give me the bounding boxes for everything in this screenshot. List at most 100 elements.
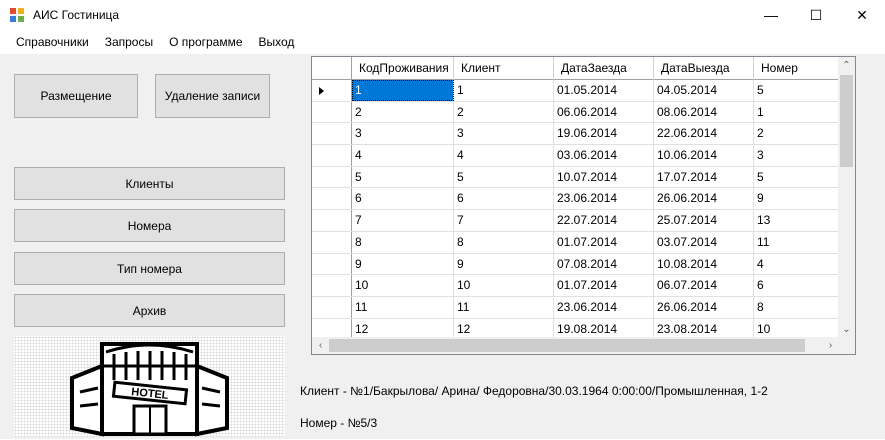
cell-checkout[interactable]: 17.07.2014 — [654, 166, 754, 188]
table-row[interactable]: 6 6 23.06.2014 26.06.2014 9 — [312, 188, 839, 211]
cell-room[interactable]: 4 — [754, 253, 839, 275]
column-header-client[interactable]: Клиент — [454, 57, 554, 80]
cell-client[interactable]: 4 — [454, 145, 554, 166]
column-header-room[interactable]: Номер — [754, 57, 839, 80]
maximize-button[interactable]: ☐ — [793, 0, 839, 30]
cell-id[interactable]: 12 — [352, 318, 454, 338]
minimize-button[interactable]: — — [748, 0, 794, 30]
placement-button[interactable]: Размещение — [14, 74, 138, 118]
row-header[interactable] — [312, 231, 352, 253]
table-row[interactable]: 12 12 19.08.2014 23.08.2014 10 — [312, 318, 839, 338]
row-header[interactable] — [312, 318, 352, 338]
cell-room[interactable]: 13 — [754, 210, 839, 231]
table-row[interactable]: 5 5 10.07.2014 17.07.2014 5 — [312, 166, 839, 189]
cell-client[interactable]: 8 — [454, 231, 554, 253]
scroll-left-icon[interactable]: ‹ — [312, 337, 329, 354]
cell-checkin[interactable]: 06.06.2014 — [554, 101, 654, 123]
cell-checkout[interactable]: 22.06.2014 — [654, 123, 754, 145]
cell-id[interactable]: 2 — [352, 101, 454, 123]
cell-client[interactable]: 2 — [454, 101, 554, 123]
cell-checkout[interactable]: 26.06.2014 — [654, 296, 754, 318]
cell-room[interactable]: 5 — [754, 166, 839, 188]
delete-record-button[interactable]: Удаление записи — [155, 74, 270, 118]
scroll-right-icon[interactable]: › — [822, 337, 839, 354]
cell-checkout[interactable]: 10.08.2014 — [654, 253, 754, 275]
cell-checkin[interactable]: 01.07.2014 — [554, 231, 654, 253]
row-header[interactable] — [312, 188, 352, 210]
cell-checkin[interactable]: 10.07.2014 — [554, 166, 654, 188]
row-header[interactable] — [312, 101, 352, 123]
cell-room[interactable]: 9 — [754, 188, 839, 210]
row-header[interactable] — [312, 253, 352, 275]
cell-client[interactable]: 9 — [454, 253, 554, 275]
cell-room[interactable]: 6 — [754, 275, 839, 296]
cell-checkout[interactable]: 06.07.2014 — [654, 275, 754, 296]
menu-item-about[interactable]: О программе — [161, 32, 250, 52]
cell-checkin[interactable]: 19.06.2014 — [554, 123, 654, 145]
cell-client[interactable]: 10 — [454, 275, 554, 296]
menu-item-queries[interactable]: Запросы — [97, 32, 161, 52]
cell-client[interactable]: 6 — [454, 188, 554, 210]
table-row[interactable]: 11 11 23.06.2014 26.06.2014 8 — [312, 296, 839, 319]
room-type-button[interactable]: Тип номера — [14, 252, 285, 285]
cell-id[interactable]: 4 — [352, 145, 454, 166]
cell-id[interactable]: 3 — [352, 123, 454, 145]
cell-client[interactable]: 7 — [454, 210, 554, 231]
row-header[interactable] — [312, 210, 352, 231]
clients-button[interactable]: Клиенты — [14, 167, 285, 200]
cell-checkout[interactable]: 04.05.2014 — [654, 80, 754, 101]
archive-button[interactable]: Архив — [14, 294, 285, 327]
cell-id[interactable]: 6 — [352, 188, 454, 210]
cell-id[interactable]: 9 — [352, 253, 454, 275]
row-header[interactable] — [312, 123, 352, 145]
column-header-id[interactable]: КодПроживания — [352, 57, 454, 80]
menu-item-directories[interactable]: Справочники — [8, 32, 97, 52]
horizontal-scroll-thumb[interactable] — [329, 339, 805, 352]
cell-room[interactable]: 8 — [754, 296, 839, 318]
column-header-checkin[interactable]: ДатаЗаезда — [554, 57, 654, 80]
cell-checkout[interactable]: 23.08.2014 — [654, 318, 754, 338]
cell-checkin[interactable]: 01.07.2014 — [554, 275, 654, 296]
cell-checkin[interactable]: 23.06.2014 — [554, 188, 654, 210]
close-button[interactable]: ✕ — [839, 0, 885, 30]
table-row[interactable]: 8 8 01.07.2014 03.07.2014 11 — [312, 231, 839, 254]
cell-checkin[interactable]: 19.08.2014 — [554, 318, 654, 338]
menu-item-exit[interactable]: Выход — [251, 32, 303, 52]
table-row[interactable]: 9 9 07.08.2014 10.08.2014 4 — [312, 253, 839, 276]
cell-client[interactable]: 12 — [454, 318, 554, 338]
cell-checkout[interactable]: 03.07.2014 — [654, 231, 754, 253]
cell-checkin[interactable]: 22.07.2014 — [554, 210, 654, 231]
vertical-scrollbar[interactable]: ⌃ ⌄ — [838, 57, 855, 338]
cell-client[interactable]: 5 — [454, 166, 554, 188]
horizontal-scrollbar[interactable]: ‹ › — [312, 337, 839, 354]
cell-room[interactable]: 3 — [754, 145, 839, 166]
cell-checkout[interactable]: 26.06.2014 — [654, 188, 754, 210]
table-row[interactable]: 1 1 01.05.2014 04.05.2014 5 — [312, 80, 839, 102]
row-header[interactable] — [312, 80, 352, 101]
cell-client[interactable]: 1 — [454, 80, 554, 101]
vertical-scroll-thumb[interactable] — [840, 75, 853, 167]
rooms-button[interactable]: Номера — [14, 209, 285, 242]
cell-checkin[interactable]: 03.06.2014 — [554, 145, 654, 166]
cell-checkin[interactable]: 07.08.2014 — [554, 253, 654, 275]
column-header-checkout[interactable]: ДатаВыезда — [654, 57, 754, 80]
cell-client[interactable]: 11 — [454, 296, 554, 318]
cell-id[interactable]: 1 — [352, 80, 454, 101]
cell-room[interactable]: 11 — [754, 231, 839, 253]
cell-id[interactable]: 10 — [352, 275, 454, 296]
row-header[interactable] — [312, 296, 352, 318]
table-row[interactable]: 4 4 03.06.2014 10.06.2014 3 — [312, 145, 839, 167]
table-row[interactable]: 3 3 19.06.2014 22.06.2014 2 — [312, 123, 839, 146]
scroll-down-icon[interactable]: ⌄ — [838, 321, 855, 338]
cell-checkin[interactable]: 23.06.2014 — [554, 296, 654, 318]
cell-checkout[interactable]: 25.07.2014 — [654, 210, 754, 231]
cell-id[interactable]: 11 — [352, 296, 454, 318]
row-header[interactable] — [312, 275, 352, 296]
cell-id[interactable]: 5 — [352, 166, 454, 188]
cell-id[interactable]: 8 — [352, 231, 454, 253]
row-header[interactable] — [312, 145, 352, 166]
cell-room[interactable]: 1 — [754, 101, 839, 123]
cell-room[interactable]: 5 — [754, 80, 839, 101]
row-header[interactable] — [312, 166, 352, 188]
table-row[interactable]: 7 7 22.07.2014 25.07.2014 13 — [312, 210, 839, 232]
